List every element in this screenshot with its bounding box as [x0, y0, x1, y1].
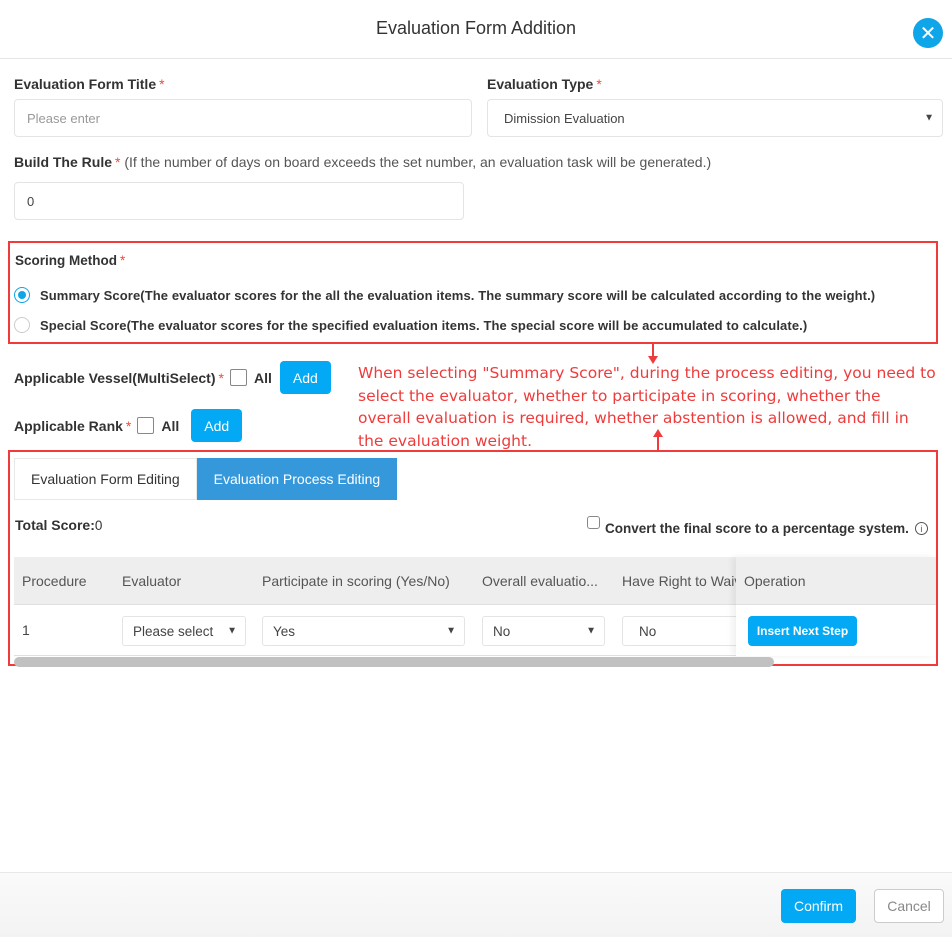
chevron-down-icon: ▼: [924, 112, 934, 124]
evaluation-type-select[interactable]: Dimission Evaluation ▼: [487, 99, 943, 137]
total-score-label: Total Score:: [15, 517, 95, 533]
build-rule-value: 0: [27, 193, 35, 209]
build-rule-hint: (If the number of days on board exceeds …: [124, 154, 712, 170]
cancel-button[interactable]: Cancel: [874, 889, 944, 923]
modal-header: Evaluation Form Addition ✕: [0, 0, 952, 59]
column-header-evaluator: Evaluator: [122, 573, 182, 589]
column-header-procedure: Procedure: [22, 573, 87, 589]
add-rank-button[interactable]: Add: [191, 409, 243, 442]
column-header-participate: Participate in scoring (Yes/No): [262, 573, 450, 589]
applicable-rank-label: Applicable Rank: [14, 417, 123, 434]
total-score: Total Score:0: [15, 517, 102, 533]
chevron-down-icon: ▼: [586, 625, 596, 637]
required-mark: *: [159, 76, 165, 92]
radio-button[interactable]: [14, 317, 30, 333]
chevron-down-icon: ▼: [446, 625, 456, 637]
overall-evaluation-select[interactable]: No ▼: [482, 616, 605, 646]
build-rule-label: Build The Rule * (If the number of days o…: [14, 154, 711, 170]
modal-title: Evaluation Form Addition: [375, 18, 577, 38]
evaluation-type-label: Evaluation Type *: [487, 76, 602, 92]
convert-percentage-label: Convert the final score to a percentage …: [605, 521, 909, 536]
participate-select[interactable]: Yes ▼: [262, 616, 465, 646]
form-title-placeholder: Please enter: [27, 110, 100, 126]
column-header-right-to-waive: Have Right to Waive: [622, 573, 736, 589]
applicable-vessel-label: Applicable Vessel(MultiSelect): [14, 369, 216, 386]
operation-column: Operation Insert Next Step: [736, 557, 936, 656]
annotation-text: When selecting "Summary Score", during t…: [358, 364, 936, 450]
evaluation-form-modal: Evaluation Form Addition ✕ Evaluation Fo…: [0, 0, 952, 937]
confirm-button[interactable]: Confirm: [781, 889, 856, 923]
evaluation-type-label-text: Evaluation Type: [487, 76, 594, 92]
convert-percentage-option: Convert the final score to a percentage …: [587, 515, 928, 536]
convert-percentage-checkbox[interactable]: [587, 516, 600, 529]
scoring-method-label-text: Scoring Method: [15, 253, 117, 268]
column-header-overall-evaluation: Overall evaluatio...: [482, 573, 598, 589]
info-icon[interactable]: i: [914, 522, 928, 535]
procedure-number: 1: [22, 622, 30, 638]
required-mark: *: [125, 417, 132, 434]
modal-footer: Confirm Cancel: [0, 872, 952, 937]
editor-tabs: Evaluation Form Editing Evaluation Proce…: [14, 458, 398, 500]
evaluation-type-value: Dimission Evaluation: [504, 110, 625, 126]
required-mark: *: [218, 369, 224, 386]
participate-value: Yes: [273, 623, 296, 639]
evaluator-select[interactable]: Please select ▼: [122, 616, 246, 646]
total-score-value: 0: [94, 518, 103, 533]
required-mark: *: [120, 253, 126, 268]
column-header-operation: Operation: [736, 557, 936, 605]
add-vessel-button[interactable]: Add: [279, 361, 331, 394]
tab-evaluation-process-editing[interactable]: Evaluation Process Editing: [196, 458, 398, 500]
applicable-rank-row: Applicable Rank * All Add: [14, 409, 243, 442]
vessel-all-checkbox[interactable]: [229, 369, 247, 386]
rank-all-checkbox[interactable]: [137, 417, 155, 434]
build-rule-input[interactable]: 0: [14, 182, 464, 220]
radio-button-checked[interactable]: [14, 287, 30, 303]
scoring-option-special[interactable]: Special Score(The evaluator scores for t…: [14, 317, 807, 333]
rank-all-label: All: [161, 417, 180, 434]
overall-evaluation-value: No: [493, 623, 511, 639]
form-title-label-text: Evaluation Form Title: [14, 76, 157, 92]
table-horizontal-scrollbar[interactable]: [14, 657, 774, 667]
vessel-all-label: All: [253, 369, 272, 386]
chevron-down-icon: ▼: [227, 625, 237, 637]
right-to-waive-value: No: [639, 623, 657, 639]
right-to-waive-select[interactable]: No: [622, 616, 752, 646]
form-title-label: Evaluation Form Title *: [14, 76, 165, 92]
form-title-input[interactable]: Please enter: [14, 99, 472, 137]
scoring-option-summary[interactable]: Summary Score(The evaluator scores for t…: [14, 287, 875, 303]
build-rule-label-text: Build The Rule: [14, 154, 112, 170]
evaluator-value: Please select: [133, 623, 214, 639]
scoring-option-special-label: Special Score(The evaluator scores for t…: [40, 317, 808, 333]
required-mark: *: [115, 154, 121, 170]
scoring-method-label: Scoring Method *: [15, 253, 125, 268]
tab-evaluation-form-editing[interactable]: Evaluation Form Editing: [14, 458, 197, 500]
required-mark: *: [596, 76, 602, 92]
applicable-vessel-row: Applicable Vessel(MultiSelect) * All Add: [14, 361, 331, 394]
close-button[interactable]: ✕: [913, 18, 943, 48]
scoring-option-summary-label: Summary Score(The evaluator scores for t…: [40, 287, 876, 303]
insert-next-step-button[interactable]: Insert Next Step: [748, 616, 857, 646]
close-icon: ✕: [919, 22, 937, 45]
